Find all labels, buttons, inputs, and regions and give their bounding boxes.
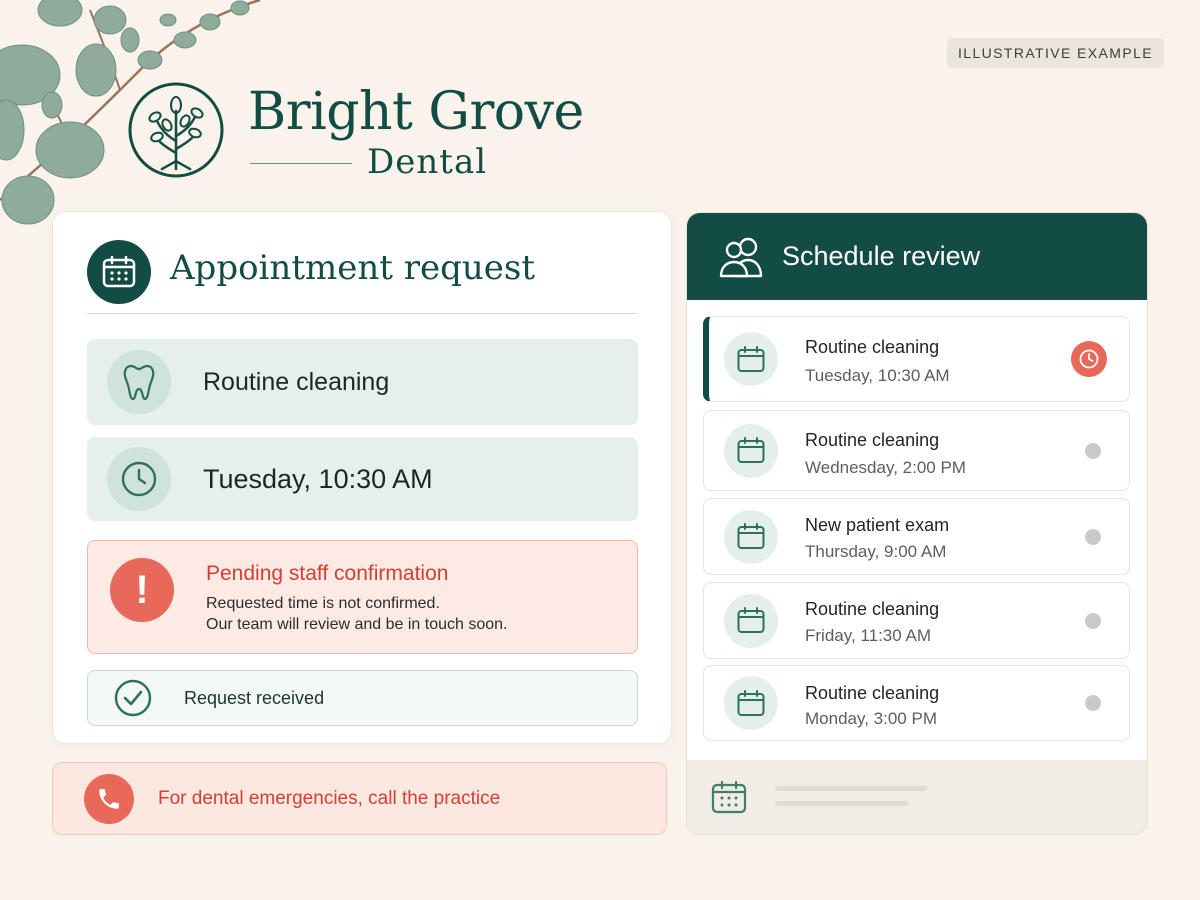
calendar-icon (724, 332, 778, 386)
calendar-icon (724, 676, 778, 730)
schedule-item[interactable]: Routine cleaning Monday, 3:00 PM (703, 665, 1130, 741)
schedule-item-time: Friday, 11:30 AM (805, 626, 931, 645)
schedule-item-service: New patient exam (805, 515, 950, 535)
schedule-item-time: Thursday, 9:00 AM (805, 542, 947, 561)
check-circle-icon (114, 679, 152, 717)
calendar-icon (711, 780, 747, 814)
schedule-item-service: Routine cleaning (805, 430, 940, 450)
brand-name: Bright Grove (248, 82, 584, 142)
exclamation-icon: ! (110, 558, 174, 622)
brand-subtitle: Dental (367, 142, 488, 182)
illustrative-badge: ILLUSTRATIVE EXAMPLE (947, 38, 1164, 68)
footer-placeholder-line (775, 801, 908, 806)
status-dot (1085, 612, 1101, 629)
schedule-item[interactable]: Routine cleaning Friday, 11:30 AM (703, 582, 1130, 659)
alert-title: Pending staff confirmation (206, 562, 449, 585)
tooth-icon (107, 350, 171, 414)
schedule-item-service: Routine cleaning (805, 337, 940, 357)
status-dot (1085, 695, 1101, 711)
schedule-title: Schedule review (782, 241, 981, 271)
footer-placeholder-line (775, 786, 927, 791)
page-title: Appointment request (170, 248, 535, 288)
schedule-item[interactable]: Routine cleaning Wednesday, 2:00 PM (703, 410, 1130, 491)
schedule-item-time: Monday, 3:00 PM (805, 709, 937, 728)
schedule-item[interactable]: Routine cleaning Tuesday, 10:30 AM (703, 316, 1130, 402)
calendar-icon (87, 240, 151, 304)
calendar-icon (724, 423, 778, 478)
schedule-item-service: Routine cleaning (805, 599, 940, 619)
tree-logo-icon (128, 82, 224, 178)
clock-icon (107, 447, 171, 511)
status-dot (1085, 528, 1101, 545)
schedule-item[interactable]: New patient exam Thursday, 9:00 AM (703, 498, 1130, 575)
time-row[interactable]: Tuesday, 10:30 AM (87, 437, 638, 521)
title-divider (87, 313, 637, 314)
schedule-item-time: Wednesday, 2:00 PM (805, 458, 966, 477)
schedule-footer (687, 760, 1147, 834)
status-dot (1085, 442, 1101, 459)
schedule-item-service: Routine cleaning (805, 683, 940, 703)
emergency-text: For dental emergencies, call the practic… (158, 787, 501, 809)
calendar-icon (724, 509, 778, 564)
alert-message-line2: Our team will review and be in touch soo… (206, 616, 508, 633)
schedule-item-time: Tuesday, 10:30 AM (805, 366, 950, 385)
brand-divider (250, 163, 352, 164)
time-text: Tuesday, 10:30 AM (203, 463, 433, 494)
service-row[interactable]: Routine cleaning (87, 339, 638, 425)
service-text: Routine cleaning (203, 367, 390, 396)
request-received-status: Request received (87, 670, 638, 726)
schedule-header: Schedule review (687, 213, 1147, 300)
received-label: Request received (184, 687, 325, 708)
people-icon (719, 237, 763, 277)
phone-icon (84, 773, 134, 824)
alarm-clock-icon (1071, 341, 1107, 377)
emergency-banner[interactable]: For dental emergencies, call the practic… (52, 762, 667, 835)
calendar-icon (724, 593, 778, 648)
alert-message-line1: Requested time is not confirmed. (206, 595, 440, 612)
